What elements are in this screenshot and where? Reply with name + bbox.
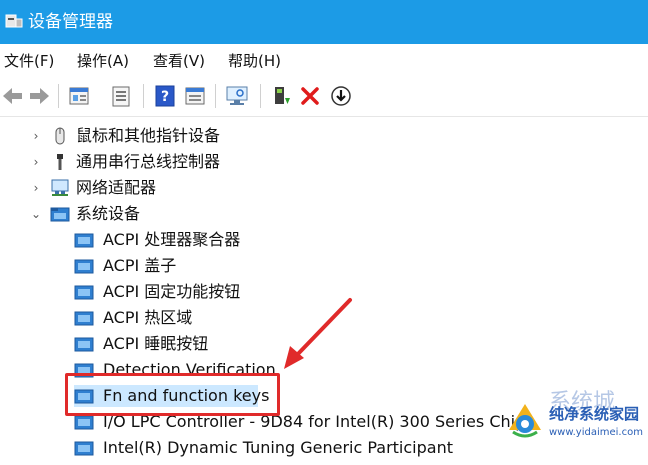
watermark-logo-icon	[505, 400, 545, 440]
watermark-site-url: www.yidaimei.com	[549, 427, 643, 438]
annotation-arrow-icon	[284, 298, 352, 369]
watermark-site-name: 纯净系统家园	[549, 405, 640, 423]
watermark: 系统城 纯净系统家园 www.yidaimei.com	[503, 392, 648, 449]
